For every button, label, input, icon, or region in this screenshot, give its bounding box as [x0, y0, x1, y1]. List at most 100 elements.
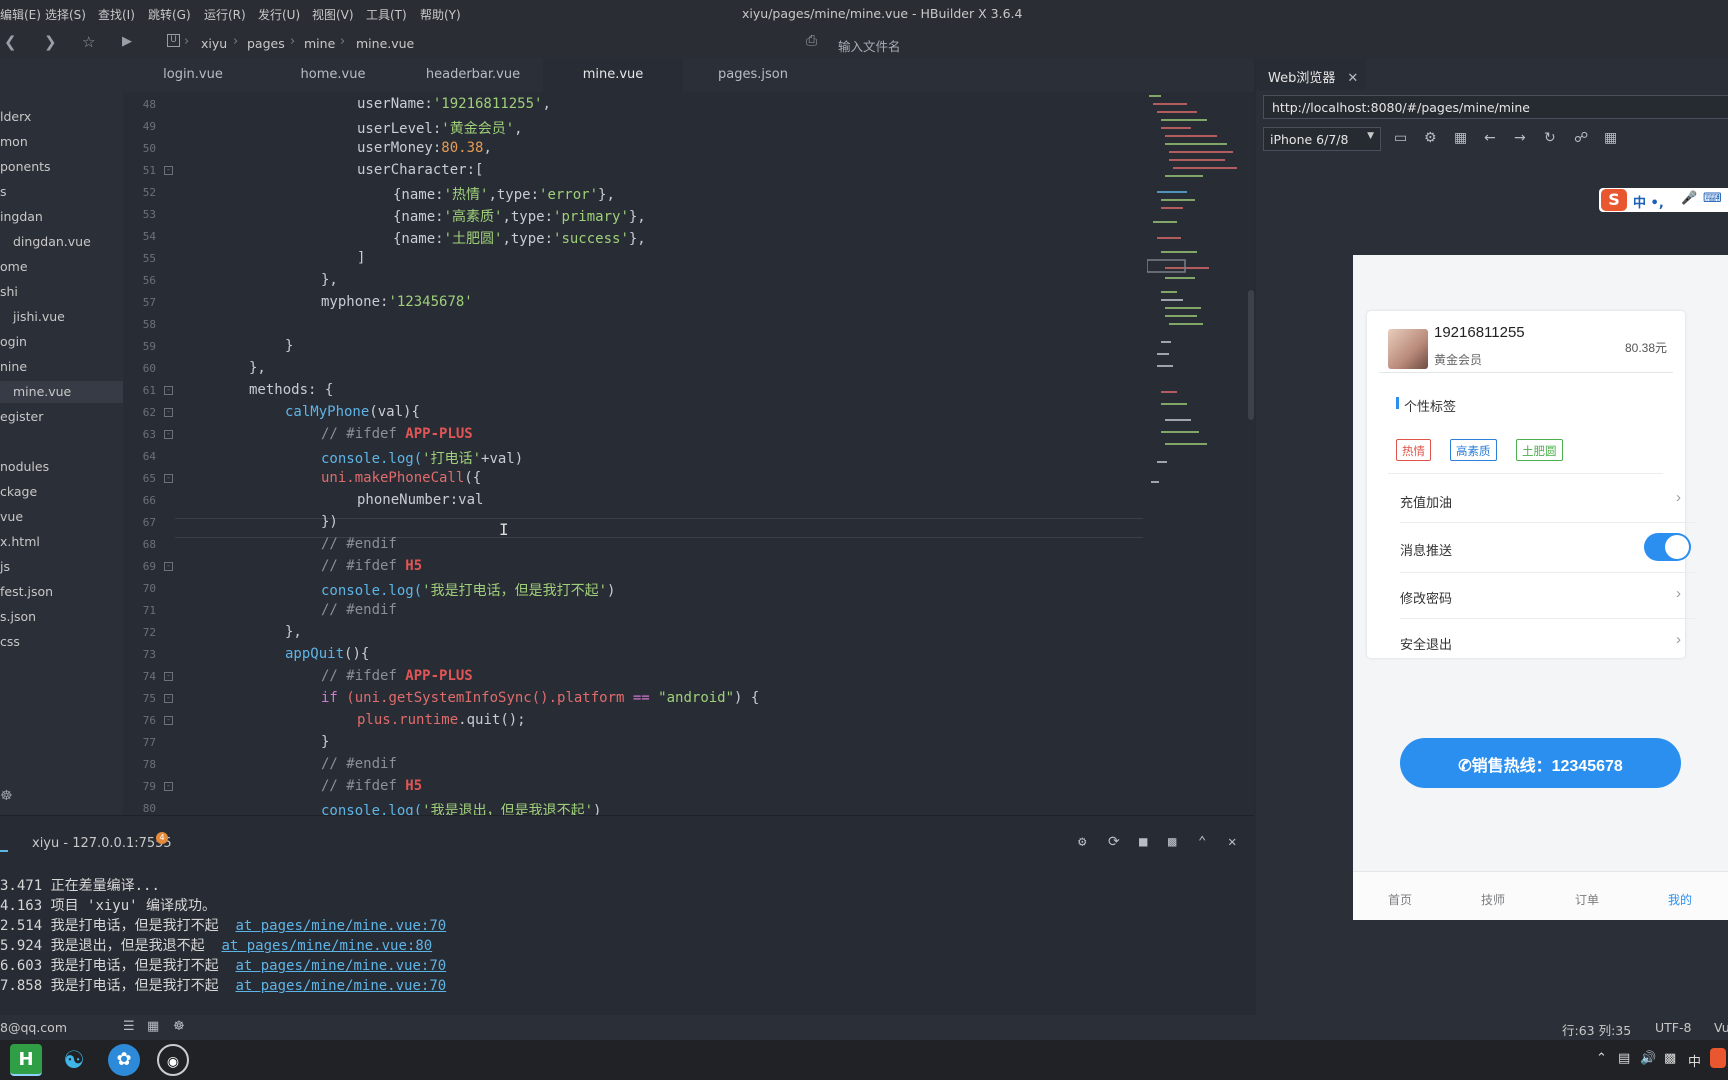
- tree-item[interactable]: vue: [0, 506, 123, 528]
- tree-item[interactable]: ckage: [0, 481, 123, 503]
- tabbar-orders[interactable]: 订单: [1575, 891, 1599, 908]
- qrcode-icon[interactable]: ▦: [1604, 130, 1617, 146]
- tree-item[interactable]: [0, 431, 123, 453]
- fold-icon[interactable]: -: [164, 166, 173, 175]
- ime-toolbar[interactable]: S 中 •, 🎤 ⌨: [1599, 188, 1728, 212]
- menu-goto[interactable]: 跳转(G): [148, 6, 191, 23]
- globe-icon[interactable]: ☸: [173, 1019, 185, 1034]
- tree-item[interactable]: lderx: [0, 106, 123, 128]
- tree-item[interactable]: mon: [0, 131, 123, 153]
- menu-find[interactable]: 查找(I): [98, 6, 135, 23]
- menu-publish[interactable]: 发行(U): [258, 6, 300, 23]
- menu-edit[interactable]: 编辑(E): [0, 6, 41, 23]
- tag-success[interactable]: 土肥圆: [1516, 439, 1563, 461]
- fold-icon[interactable]: -: [164, 408, 173, 417]
- device-select[interactable]: iPhone 6/7/8 ▼: [1263, 127, 1381, 151]
- tab-home[interactable]: home.vue: [263, 58, 403, 92]
- menu-tools[interactable]: 工具(T): [366, 6, 407, 23]
- rerun-icon[interactable]: ⟳: [1108, 834, 1120, 850]
- settings-icon[interactable]: ⚙: [1424, 130, 1437, 146]
- language-mode[interactable]: Vu: [1714, 1020, 1728, 1035]
- tabbar-home[interactable]: 首页: [1388, 891, 1412, 908]
- code-editor[interactable]: I 48 49 50 51 52 53 54 55 56 57 58 59 60…: [123, 92, 1254, 815]
- maximize-up-icon[interactable]: ⌃: [1198, 834, 1206, 850]
- tree-item[interactable]: egister: [0, 406, 123, 428]
- tabbar-technician[interactable]: 技师: [1481, 891, 1505, 908]
- fold-icon[interactable]: -: [164, 386, 173, 395]
- menu-view[interactable]: 视图(V): [312, 6, 354, 23]
- tree-item[interactable]: nine: [0, 356, 123, 378]
- close-panel-icon[interactable]: ✕: [1228, 834, 1236, 850]
- star-icon[interactable]: ☆: [82, 33, 95, 51]
- console-source-link[interactable]: at pages/mine/mine.vue:80: [221, 938, 432, 954]
- tab-pages-json[interactable]: pages.json: [683, 58, 823, 92]
- console-source-link[interactable]: at pages/mine/mine.vue:70: [235, 918, 446, 934]
- volume-icon[interactable]: 🔊: [1640, 1051, 1656, 1066]
- forward-icon[interactable]: ❯: [44, 33, 57, 51]
- globe-icon[interactable]: ☸: [0, 788, 13, 804]
- tree-item[interactable]: jishi.vue: [0, 306, 123, 328]
- menu-run[interactable]: 运行(R): [204, 6, 246, 23]
- rotate-icon[interactable]: ▭: [1394, 130, 1407, 146]
- network-icon[interactable]: ▤: [1618, 1051, 1630, 1066]
- avatar[interactable]: [1388, 329, 1428, 369]
- browser-tab[interactable]: Web浏览器 ✕: [1256, 58, 1366, 90]
- console-source-link[interactable]: at pages/mine/mine.vue:70: [235, 958, 446, 974]
- row-logout[interactable]: 安全退出 ›: [1400, 619, 1695, 665]
- console-title[interactable]: xiyu - 127.0.0.1:7555: [32, 836, 172, 851]
- url-input[interactable]: http://localhost:8080/#/pages/mine/mine: [1263, 95, 1728, 119]
- sogou-tray-icon[interactable]: [1710, 1048, 1726, 1068]
- editor-scrollbar[interactable]: [1248, 290, 1254, 420]
- clear-icon[interactable]: ▩: [1168, 834, 1176, 850]
- breadcrumb-file[interactable]: mine.vue: [356, 36, 414, 51]
- back-icon[interactable]: ←: [1484, 130, 1496, 146]
- tree-item[interactable]: s.json: [0, 606, 123, 628]
- fold-icon[interactable]: -: [164, 694, 173, 703]
- breadcrumb-pages[interactable]: pages: [247, 36, 285, 51]
- tree-item-selected[interactable]: mine.vue: [0, 381, 123, 403]
- menu-select[interactable]: 选择(S): [45, 6, 86, 23]
- row-change-password[interactable]: 修改密码 ›: [1400, 573, 1695, 619]
- notification-icon[interactable]: ▩: [1664, 1051, 1676, 1066]
- fold-icon[interactable]: -: [164, 430, 173, 439]
- console-source-link[interactable]: at pages/mine/mine.vue:70: [235, 978, 446, 994]
- menu-help[interactable]: 帮助(Y): [420, 6, 461, 23]
- tree-item[interactable]: ingdan: [0, 206, 123, 228]
- fold-icon[interactable]: -: [164, 474, 173, 483]
- tree-item[interactable]: nodules: [0, 456, 123, 478]
- encoding[interactable]: UTF-8: [1655, 1020, 1691, 1035]
- tab-headerbar[interactable]: headerbar.vue: [403, 58, 543, 92]
- devtools-icon[interactable]: ▦: [1454, 130, 1467, 146]
- refresh-icon[interactable]: ↻: [1544, 130, 1556, 146]
- code-minimap[interactable]: [1147, 92, 1247, 712]
- tree-item[interactable]: dingdan.vue: [0, 231, 123, 253]
- fold-icon[interactable]: -: [164, 562, 173, 571]
- back-icon[interactable]: ❮: [4, 33, 17, 51]
- tab-mine[interactable]: mine.vue: [543, 58, 683, 92]
- tree-item[interactable]: js: [0, 556, 123, 578]
- fold-icon[interactable]: -: [164, 782, 173, 791]
- tag-error[interactable]: 热情: [1396, 439, 1431, 461]
- file-search-input[interactable]: 输入文件名: [838, 36, 901, 55]
- fold-icon[interactable]: -: [164, 672, 173, 681]
- obs-app-icon[interactable]: ◉: [157, 1044, 189, 1076]
- hbuilder-app-icon[interactable]: H: [10, 1044, 42, 1076]
- row-recharge[interactable]: 充值加油 ›: [1400, 477, 1695, 523]
- run-icon[interactable]: ▶: [122, 34, 132, 49]
- tray-chevron-icon[interactable]: ⌃: [1596, 1051, 1607, 1066]
- lock-icon[interactable]: ☍: [1574, 130, 1588, 146]
- tree-item[interactable]: s: [0, 181, 123, 203]
- tabbar-mine[interactable]: 我的: [1668, 891, 1692, 908]
- tag-primary[interactable]: 高素质: [1450, 439, 1497, 461]
- ime-indicator[interactable]: 中: [1688, 1051, 1701, 1070]
- tree-item[interactable]: css: [0, 631, 123, 653]
- breadcrumb-xiyu[interactable]: xiyu: [201, 36, 227, 51]
- tree-item[interactable]: fest.json: [0, 581, 123, 603]
- breadcrumb-mine[interactable]: mine: [304, 36, 335, 51]
- forward-icon[interactable]: →: [1514, 130, 1526, 146]
- terminal-icon[interactable]: ▦: [147, 1019, 159, 1034]
- tree-item[interactable]: ome: [0, 256, 123, 278]
- tab-login[interactable]: login.vue: [123, 58, 263, 92]
- app-icon[interactable]: ✿: [108, 1044, 140, 1076]
- tree-item[interactable]: ogin: [0, 331, 123, 353]
